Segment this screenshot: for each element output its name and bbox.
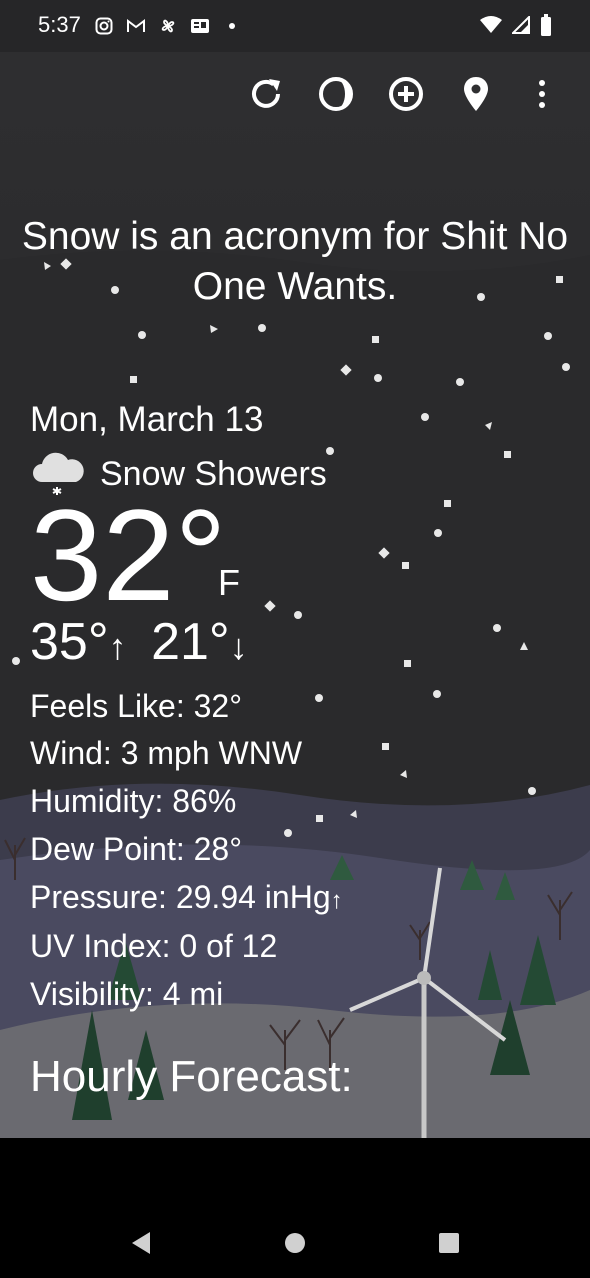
dot-icon — [222, 16, 242, 36]
moon-phase-icon — [317, 75, 355, 118]
add-circle-icon — [387, 75, 425, 118]
back-button[interactable] — [124, 1228, 158, 1262]
location-pin-icon — [462, 75, 490, 118]
forecast-date: Mon, March 13 — [30, 400, 264, 439]
humidity: Humidity: 86% — [30, 783, 237, 819]
weather-quote: Snow is an acronym for Shit No One Wants… — [21, 215, 569, 308]
high-temperature: 35° — [30, 613, 109, 671]
pressure-rising-icon: ↑ — [330, 887, 343, 914]
wind: Wind: 3 mph WNW — [30, 735, 303, 771]
feels-like: Feels Like: 32° — [30, 688, 243, 724]
home-circle-icon — [284, 1232, 306, 1259]
notification-icons — [94, 12, 242, 40]
arrow-up-icon: ↑ — [108, 626, 127, 667]
dew-point: Dew Point: 28° — [30, 831, 243, 867]
battery-icon — [540, 14, 552, 41]
news-card-icon — [190, 16, 210, 36]
status-bar: 5:37 — [0, 0, 590, 52]
pressure: Pressure: 29.94 inHg — [30, 879, 331, 915]
hourly-forecast-title: Hourly Forecast: — [30, 1052, 353, 1101]
gmail-icon — [126, 16, 146, 36]
temperature-unit: F — [218, 562, 240, 603]
recents-square-icon — [438, 1232, 460, 1259]
refresh-button[interactable] — [240, 70, 292, 122]
pressure-row: Pressure: 29.94 inHg↑ — [30, 877, 343, 921]
home-button[interactable] — [278, 1228, 312, 1262]
system-status-icons — [480, 14, 552, 41]
refresh-icon — [247, 75, 285, 118]
more-options-button[interactable] — [516, 70, 568, 122]
action-toolbar — [240, 70, 590, 122]
arrow-down-icon: ↓ — [229, 626, 248, 667]
status-time: 5:37 — [38, 12, 81, 37]
weather-screen: 5:37 Snow is an acronym for Shit No One … — [0, 0, 590, 1138]
add-location-button[interactable] — [380, 70, 432, 122]
more-vert-icon — [537, 79, 547, 114]
current-temperature: 32° — [30, 482, 227, 628]
instagram-icon — [94, 16, 114, 36]
back-triangle-icon — [130, 1231, 152, 1260]
uv-index: UV Index: 0 of 12 — [30, 928, 278, 964]
theme-button[interactable] — [310, 70, 362, 122]
recents-button[interactable] — [432, 1228, 466, 1262]
low-temperature: 21° — [151, 613, 230, 671]
wifi-icon — [480, 16, 502, 39]
navigation-bar — [0, 1138, 590, 1278]
pinwheel-icon — [158, 16, 178, 36]
high-low-row: 35°↑ 21°↓ — [30, 612, 248, 677]
visibility: Visibility: 4 mi — [30, 976, 224, 1012]
location-button[interactable] — [450, 70, 502, 122]
signal-icon — [510, 14, 530, 39]
